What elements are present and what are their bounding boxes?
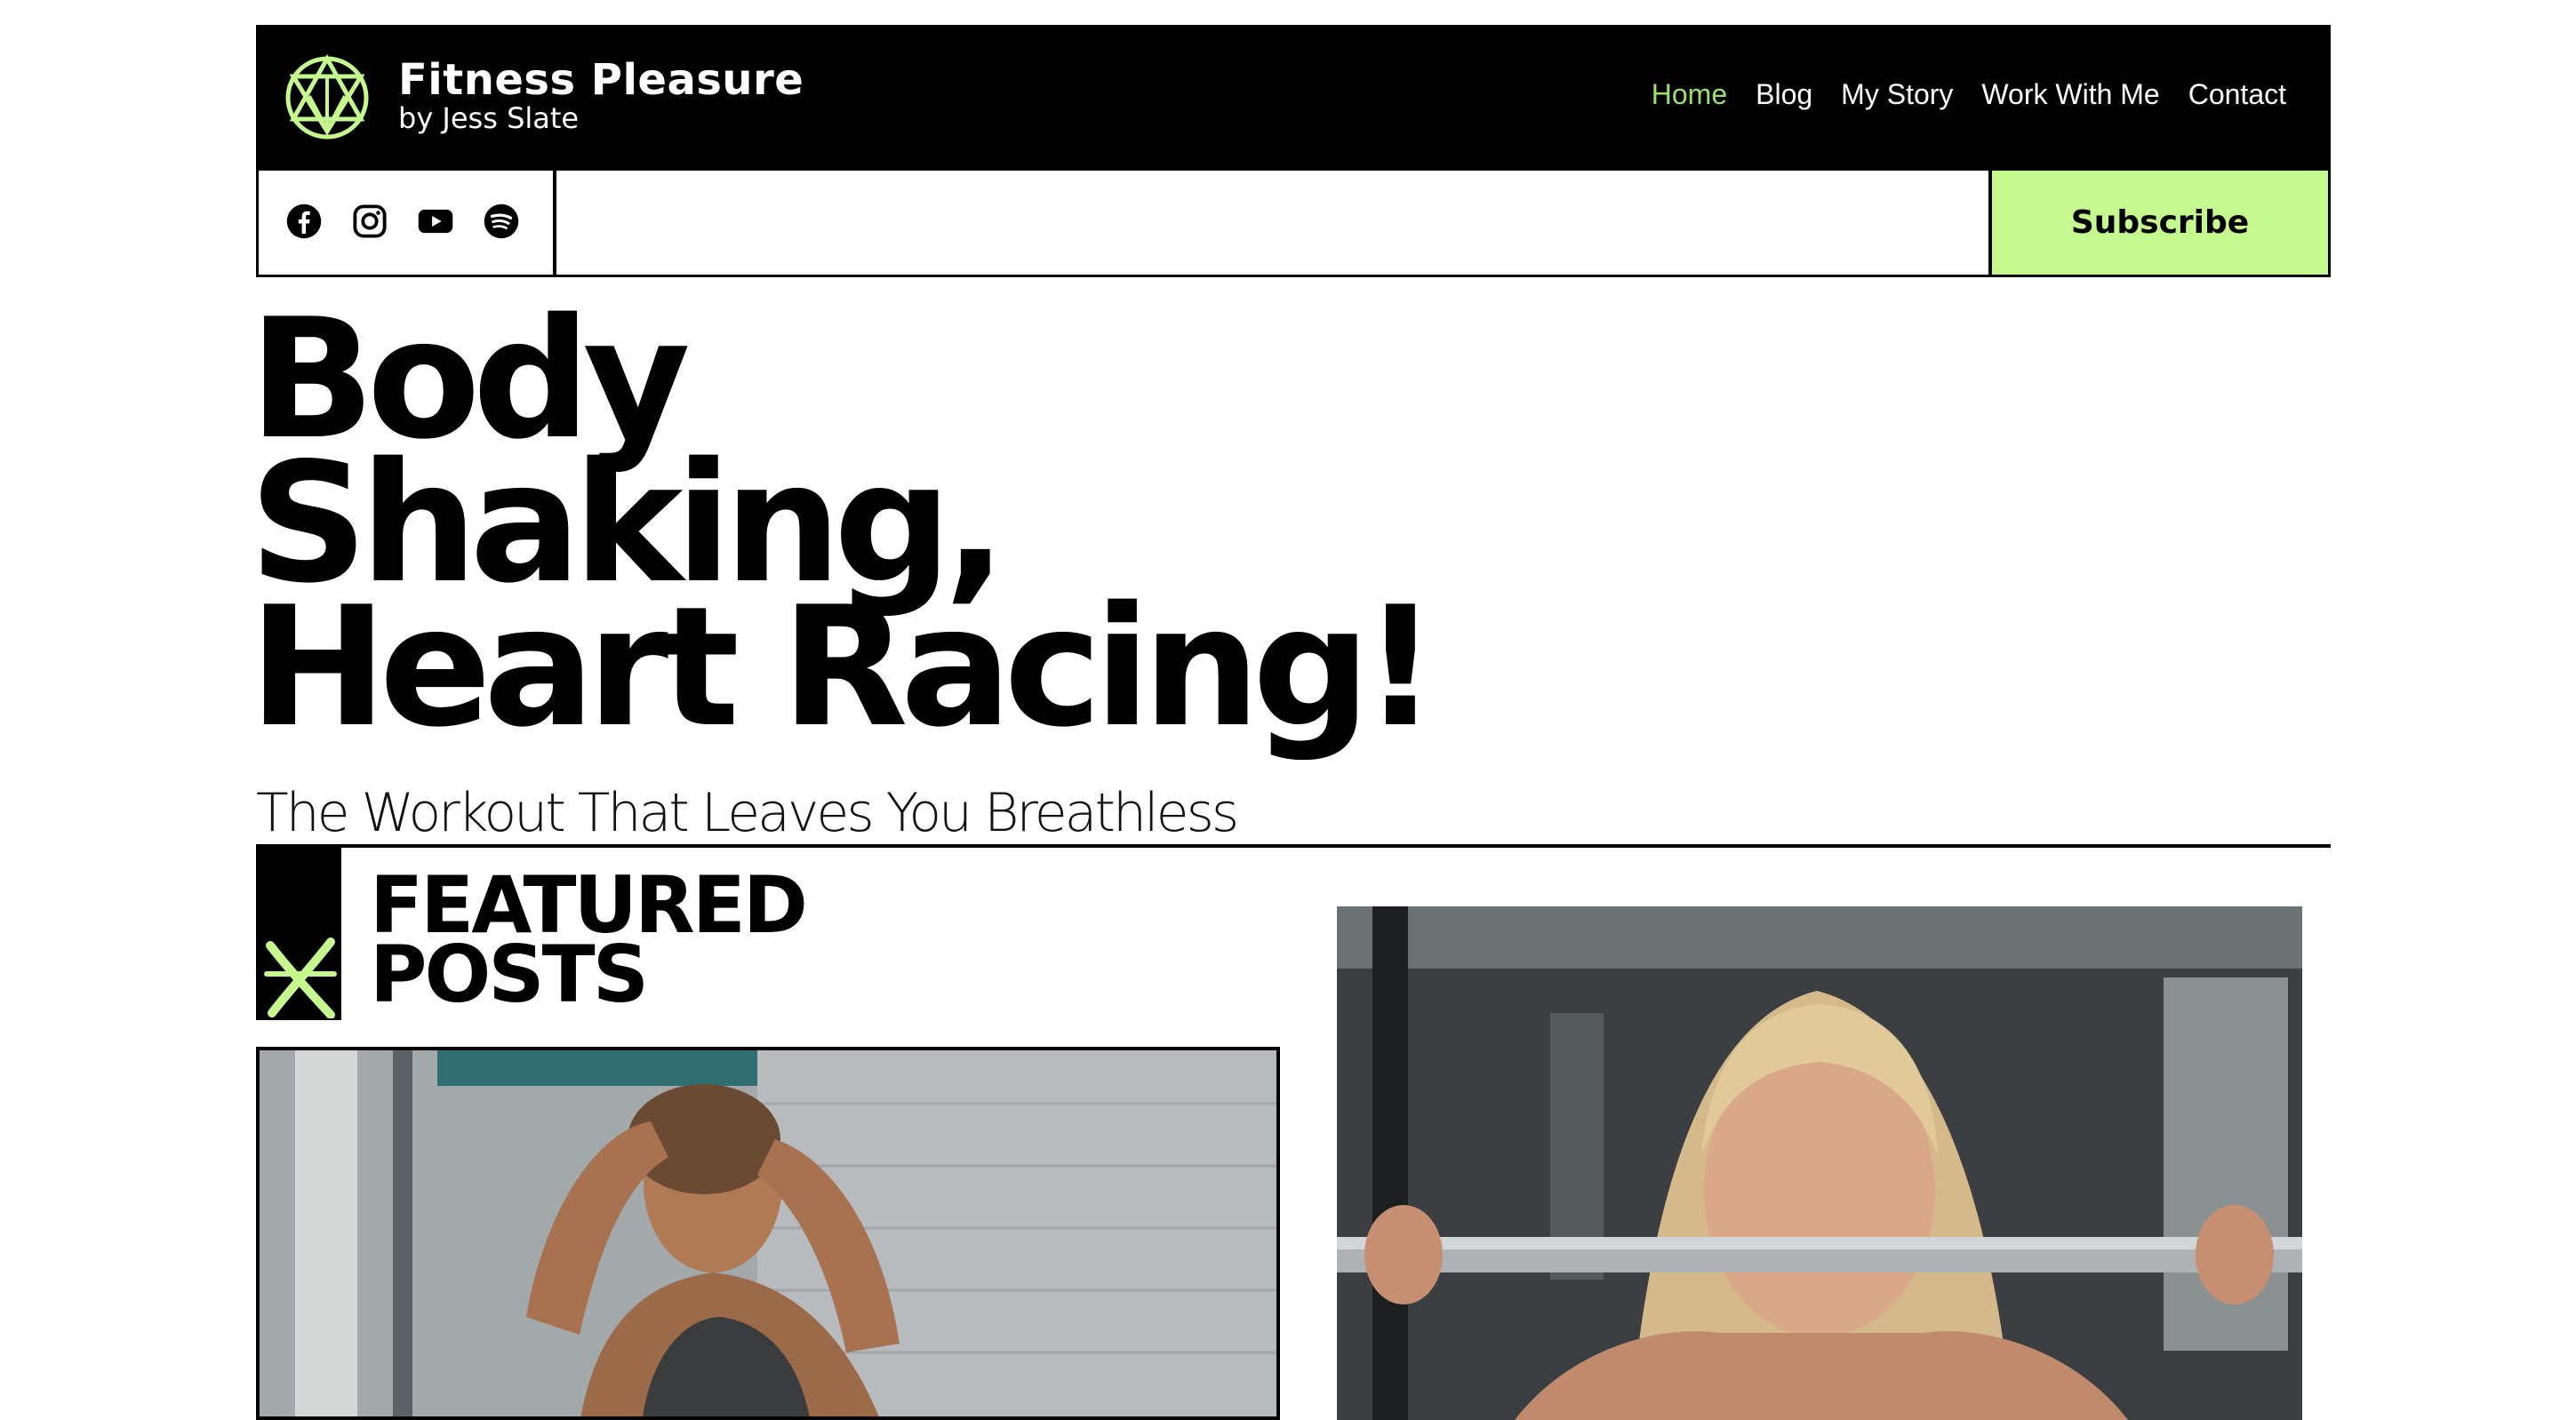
facebook-icon[interactable]: [285, 203, 323, 240]
featured-posts-heading: FEATURED POSTS: [370, 866, 808, 1014]
hero-title-line: Heart Racing!: [249, 570, 1438, 763]
social-links: [285, 203, 520, 240]
spotify-icon[interactable]: [483, 203, 520, 240]
woman-barbell-gym-photo[interactable]: [1337, 906, 2302, 1420]
nav-item-blog[interactable]: Blog: [1756, 78, 1812, 111]
nav-item-my-story[interactable]: My Story: [1841, 78, 1953, 111]
nav-item-home[interactable]: Home: [1652, 78, 1727, 111]
photo-left-illustration: [260, 1050, 1276, 1416]
section-divider: [256, 844, 2331, 848]
instagram-icon[interactable]: [351, 203, 388, 240]
photo-right-illustration: [1337, 906, 2302, 1420]
site-header: Fitness Pleasure by Jess Slate Home Blog…: [256, 25, 2331, 171]
brand-subtitle: by Jess Slate: [398, 101, 580, 135]
woman-sweating-workout-photo[interactable]: [256, 1047, 1280, 1420]
bar-divider: [553, 171, 556, 275]
x-mark-icon: [264, 937, 337, 1018]
hero-title: Body Shaking, Heart Racing!: [249, 297, 1438, 763]
nav-item-work-with-me[interactable]: Work With Me: [1981, 78, 2159, 111]
nav-item-contact[interactable]: Contact: [2188, 78, 2286, 111]
logo-icon[interactable]: [283, 52, 372, 140]
brand-title[interactable]: Fitness Pleasure: [398, 55, 804, 105]
featured-accent-block: [256, 848, 341, 1020]
main-nav: Home Blog My Story Work With Me Contact: [1652, 78, 2286, 111]
social-subscribe-bar: Subscribe: [256, 171, 2331, 277]
subscribe-button[interactable]: Subscribe: [1988, 171, 2328, 275]
youtube-icon[interactable]: [417, 203, 454, 240]
hero-subtitle: The Workout That Leaves You Breathless: [256, 782, 1239, 844]
